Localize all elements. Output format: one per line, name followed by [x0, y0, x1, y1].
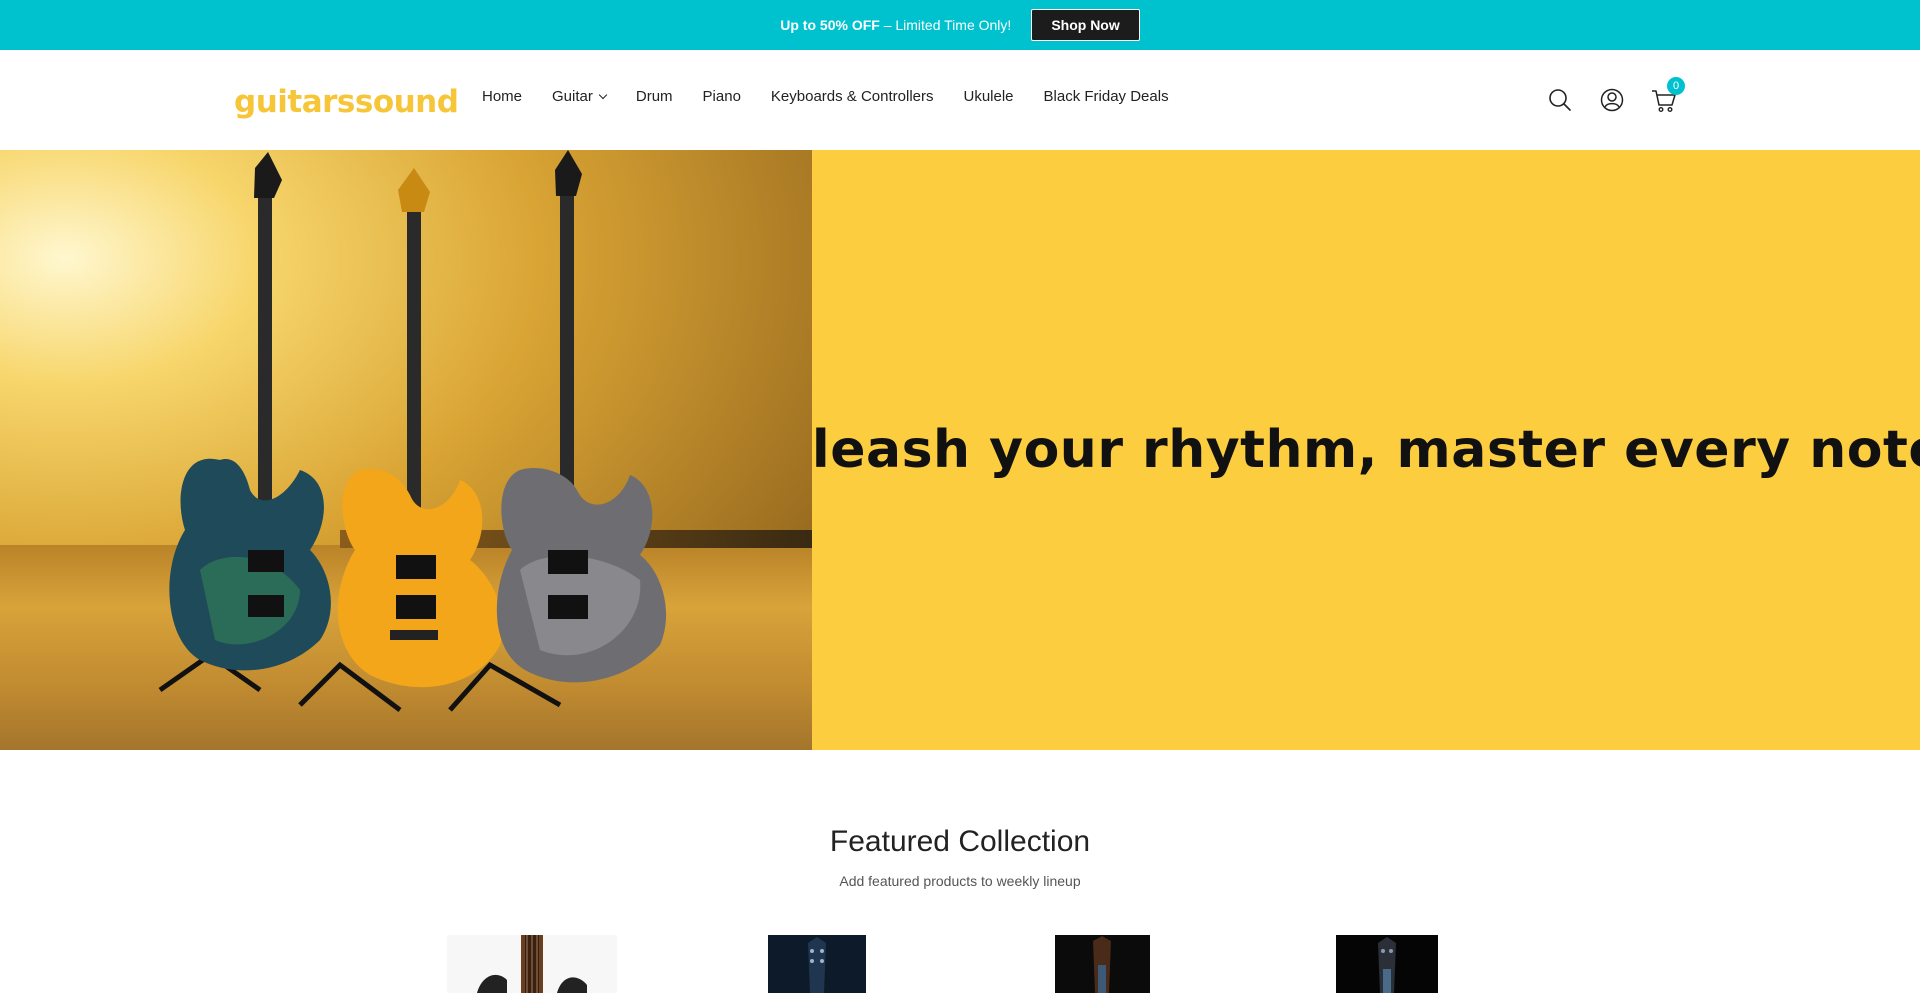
guitars-illustration [158, 150, 667, 712]
shop-now-button[interactable]: Shop Now [1031, 9, 1140, 41]
featured-collection-subtitle: Add featured products to weekly lineup [839, 873, 1081, 889]
nav-label: Drum [635, 88, 673, 105]
announcement-note: – Limited Time Only! [879, 17, 1012, 33]
announcement-discount: Up to 50% OFF [780, 17, 880, 33]
nav-label: Guitar [552, 88, 593, 105]
product-image[interactable] [768, 935, 866, 993]
nav-item-ukulele[interactable]: Ukulele [964, 88, 1014, 105]
account-icon[interactable] [1598, 86, 1626, 114]
product-image[interactable] [447, 935, 617, 993]
nav-label: Ukulele [963, 88, 1014, 105]
cart-count-badge: 0 [1667, 77, 1685, 95]
hero-guitars-image [0, 150, 812, 750]
nav-item-piano[interactable]: Piano [703, 88, 741, 105]
featured-collection-title: Featured Collection [829, 825, 1091, 858]
cart-icon[interactable]: 0 [1650, 77, 1685, 114]
site-logo[interactable]: guitarssound [234, 84, 459, 120]
product-image[interactable] [1336, 935, 1438, 993]
main-nav: Home Guitar Drum Piano Keyboards & Contr… [482, 88, 1199, 105]
search-icon[interactable] [1546, 86, 1574, 114]
nav-label: Black Friday Deals [1043, 88, 1169, 105]
announcement-bar: Up to 50% OFF – Limited Time Only! Shop … [0, 0, 1920, 50]
hero-headline: Unleash your rhythm, master every note. [731, 420, 1920, 480]
nav-label: Keyboards & Controllers [770, 88, 934, 105]
product-image[interactable] [1055, 935, 1150, 993]
hero-banner: Unleash your rhythm, master every note. [0, 150, 1920, 750]
announcement-text: Up to 50% OFF – Limited Time Only! [780, 17, 1011, 33]
nav-item-home[interactable]: Home [482, 88, 522, 105]
hero-text-panel: Unleash your rhythm, master every note. [732, 150, 1920, 750]
nav-item-drum[interactable]: Drum [636, 88, 673, 105]
nav-item-black-friday-deals[interactable]: Black Friday Deals [1044, 88, 1169, 105]
nav-label: Piano [702, 88, 741, 105]
nav-item-keyboards-controllers[interactable]: Keyboards & Controllers [771, 88, 934, 105]
chevron-down-icon [598, 90, 608, 99]
nav-item-guitar[interactable]: Guitar [552, 88, 608, 105]
site-header: guitarssound Home Guitar Drum Piano Keyb… [0, 50, 1920, 150]
nav-label: Home [482, 88, 523, 105]
header-icons: 0 [1546, 77, 1685, 114]
